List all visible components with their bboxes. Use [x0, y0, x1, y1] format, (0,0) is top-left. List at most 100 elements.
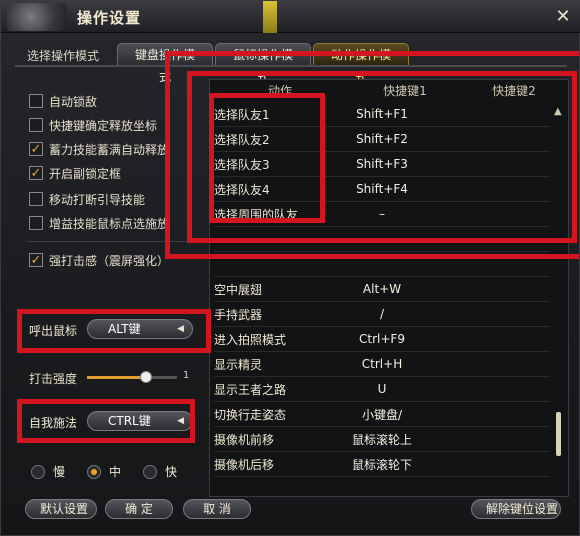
hit-strength-slider[interactable]: [87, 371, 177, 383]
table-scrollbar[interactable]: ▲: [552, 102, 566, 482]
radio-button[interactable]: [143, 464, 157, 479]
option-label: 移动打断引导技能: [49, 192, 146, 207]
key1-cell[interactable]: U: [326, 382, 438, 396]
action-cell: 选择队友1: [214, 107, 270, 122]
mouse-call-select[interactable]: ALT键 ◀: [87, 319, 193, 339]
table-row[interactable]: 进入拍照模式 Ctrl+F9: [214, 327, 550, 352]
option-move-interrupt[interactable]: 移动打断引导技能: [29, 189, 145, 209]
option-strong-hit[interactable]: ✓ 强打击感（震屏强化）: [29, 250, 169, 270]
key1-cell[interactable]: /: [326, 307, 438, 321]
checkbox[interactable]: [29, 118, 43, 132]
checkbox[interactable]: [29, 94, 43, 108]
action-cell: 显示王者之路: [214, 382, 287, 397]
key1-cell[interactable]: Shift+F3: [326, 157, 438, 171]
table-row[interactable]: 选择周围的队友 –: [214, 202, 550, 227]
radio-label: 慢: [53, 465, 66, 479]
speed-slow-option[interactable]: 慢: [31, 463, 65, 480]
scroll-thumb[interactable]: [556, 412, 561, 456]
key1-cell[interactable]: 鼠标滚轮下: [326, 456, 438, 473]
action-cell: 选择周围的队友: [214, 207, 299, 222]
table-row[interactable]: 选择队友4 Shift+F4: [214, 177, 550, 202]
key1-cell[interactable]: Shift+F1: [326, 107, 438, 121]
table-row[interactable]: 选择队友3 Shift+F3: [214, 152, 550, 177]
tab-keyboard-mode[interactable]: 键盘操作模式: [117, 43, 213, 84]
mode-label: 选择操作模式: [27, 49, 100, 63]
radio-button-selected[interactable]: [87, 464, 101, 479]
window-emblem-icon: [7, 3, 67, 31]
table-row[interactable]: 手持武器 /: [214, 302, 550, 327]
checkbox-checked[interactable]: ✓: [29, 166, 43, 180]
key1-cell[interactable]: 小键盘/: [326, 406, 438, 423]
action-cell: 摄像机前移: [214, 432, 275, 447]
self-cast-select[interactable]: CTRL键 ◀: [87, 411, 193, 431]
radio-button[interactable]: [31, 464, 45, 479]
default-settings-button[interactable]: 默认设置: [25, 499, 97, 519]
action-cell: 手持武器: [214, 307, 263, 322]
mouse-call-value: ALT键: [108, 322, 141, 336]
cancel-button[interactable]: 取 消: [183, 499, 251, 519]
arrow-left-icon: ◀: [177, 416, 184, 426]
scroll-up-arrow-icon[interactable]: ▲: [554, 106, 562, 117]
key1-cell[interactable]: –: [326, 207, 438, 221]
mouse-call-label: 呼出鼠标: [29, 324, 78, 338]
option-label: 强打击感（震屏强化）: [49, 253, 170, 268]
table-row[interactable]: 选择队友2 Shift+F2: [214, 127, 550, 152]
tab-action-mode[interactable]: 动作操作模式: [313, 43, 409, 84]
key1-cell[interactable]: 鼠标滚轮上: [326, 431, 438, 448]
option-buff-click-cast[interactable]: 增益技能鼠标点选施放: [29, 213, 169, 233]
speed-fast-option[interactable]: 快: [143, 463, 177, 480]
action-cell: 显示精灵: [214, 357, 263, 372]
slider-thumb[interactable]: [139, 371, 152, 383]
key1-cell[interactable]: Alt+W: [326, 282, 438, 296]
option-sub-lock[interactable]: ✓ 开启副锁定框: [29, 163, 121, 183]
key1-cell[interactable]: Shift+F2: [326, 132, 438, 146]
action-cell: 进入拍照模式: [214, 332, 287, 347]
unbind-key-button[interactable]: 解除键位设置: [471, 499, 561, 519]
action-cell: 摄像机后移: [214, 457, 275, 472]
checkbox[interactable]: [29, 192, 43, 206]
checkbox-checked[interactable]: ✓: [29, 253, 43, 267]
option-label: 开启副锁定框: [49, 166, 122, 181]
option-label: 自动锁敌: [49, 94, 98, 109]
arrow-left-icon: ◀: [177, 324, 184, 334]
tab-mouse-mode[interactable]: 鼠标操作模式: [215, 43, 311, 84]
settings-window: 操作设置 ✕ 选择操作模式 键盘操作模式 鼠标操作模式 动作操作模式 自动锁敌 …: [0, 0, 580, 536]
table-row[interactable]: 选择队友1 Shift+F1: [214, 102, 550, 127]
option-charge-auto[interactable]: ✓ 蓄力技能蓄满自动释放: [29, 139, 169, 159]
slider-fill: [87, 376, 146, 379]
table-row[interactable]: 显示精灵 Ctrl+H: [214, 352, 550, 377]
divider: [27, 241, 207, 242]
option-label: 快捷键确定释放坐标: [49, 118, 158, 133]
action-cell: 空中展翅: [214, 282, 263, 297]
self-cast-label: 自我施法: [29, 416, 78, 430]
key1-cell[interactable]: Shift+F4: [326, 182, 438, 196]
tab-divider: [15, 65, 567, 67]
option-auto-lock[interactable]: 自动锁敌: [29, 91, 97, 111]
table-row[interactable]: [214, 252, 550, 277]
table-row[interactable]: 摄像机后移 鼠标滚轮下: [214, 452, 550, 477]
column-header-key1: 快捷键1: [383, 84, 427, 98]
action-cell: 选择队友3: [214, 157, 270, 172]
window-title: 操作设置: [77, 9, 142, 27]
checkbox[interactable]: [29, 216, 43, 230]
action-cell: 切换行走姿态: [214, 407, 287, 422]
key1-cell[interactable]: Ctrl+H: [326, 357, 438, 371]
table-row[interactable]: 显示王者之路 U: [214, 377, 550, 402]
hit-strength-label: 打击强度: [29, 372, 78, 386]
table-row[interactable]: [214, 227, 550, 252]
keybinding-table: 动作 快捷键1 快捷键2 选择队友1 Shift+F1 选择队友2 Shift+F2 选…: [209, 79, 569, 497]
title-bar: 操作设置 ✕: [1, 1, 580, 33]
option-label: 蓄力技能蓄满自动释放: [49, 142, 170, 157]
key1-cell[interactable]: Ctrl+F9: [326, 332, 438, 346]
ok-button[interactable]: 确 定: [105, 499, 173, 519]
table-row[interactable]: 空中展翅 Alt+W: [214, 277, 550, 302]
option-hotkey-release[interactable]: 快捷键确定释放坐标: [29, 115, 157, 135]
table-row[interactable]: 切换行走姿态 小键盘/: [214, 402, 550, 427]
table-row[interactable]: 摄像机前移 鼠标滚轮上: [214, 427, 550, 452]
column-header-key2: 快捷键2: [492, 84, 536, 98]
speed-medium-option[interactable]: 中: [87, 463, 121, 480]
column-header-action: 动作: [267, 84, 292, 98]
option-label: 增益技能鼠标点选施放: [49, 216, 170, 231]
checkbox-checked[interactable]: ✓: [29, 142, 43, 156]
close-button[interactable]: ✕: [553, 7, 573, 27]
